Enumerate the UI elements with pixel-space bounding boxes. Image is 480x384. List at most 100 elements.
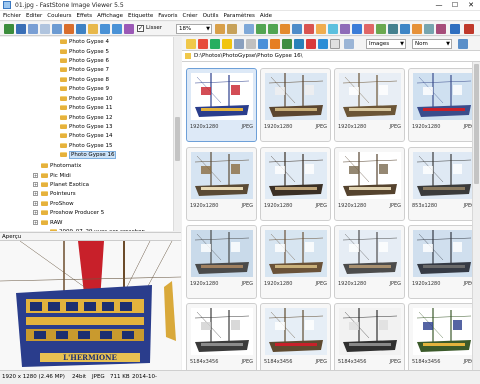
menu-etiquette[interactable]: Etiquette <box>128 13 153 19</box>
tree-item[interactable]: Photo Gypse 9 <box>60 84 109 93</box>
thumbnail-item[interactable]: 1920x1280JPEG16.jpg <box>260 225 331 310</box>
actual-size-icon[interactable] <box>280 24 290 34</box>
red-eye-icon[interactable] <box>304 24 314 34</box>
smooth-checkbox[interactable]: ✓ <box>137 25 144 32</box>
tree-item[interactable]: Pointeurs <box>41 189 76 198</box>
open-icon[interactable] <box>4 24 14 34</box>
menu-aide[interactable]: Aide <box>260 13 272 19</box>
menu-fichier[interactable]: Fichier <box>3 13 21 19</box>
tree-item[interactable]: Photo Gypse 8 <box>60 75 109 84</box>
grid-scrollbar[interactable] <box>472 62 480 370</box>
thumbnail-view-icon[interactable] <box>330 39 340 49</box>
sort-select[interactable]: Nom ▼ <box>412 39 452 49</box>
menu-effets[interactable]: Effets <box>77 13 93 19</box>
select-all-icon[interactable] <box>318 39 328 49</box>
menu-parametres[interactable]: Paramètres <box>223 13 254 19</box>
settings-icon[interactable] <box>436 24 446 34</box>
copy-to-folder-icon[interactable] <box>88 24 98 34</box>
batch-icon[interactable] <box>400 24 410 34</box>
fit-icon[interactable] <box>292 24 302 34</box>
rotate-right-icon[interactable] <box>112 24 122 34</box>
tree-item[interactable]: Photo Gypse 16 <box>60 150 117 159</box>
text-icon[interactable] <box>364 24 374 34</box>
thumbnail-item[interactable]: 1920x1280JPEG09.jpg <box>260 147 331 232</box>
tree-item[interactable]: Photomatix <box>41 161 81 170</box>
tree-scrollbar[interactable] <box>173 37 181 231</box>
thumbnail-item[interactable]: 5184x3456 JPEG <box>334 303 405 370</box>
thumbnail-item[interactable]: 1920x1280JPEG11.jpg <box>334 147 405 232</box>
thumbnail-item[interactable]: 5184x3456 JPEG <box>408 303 479 370</box>
menu-favoris[interactable]: Favoris <box>158 13 177 19</box>
border-icon[interactable] <box>376 24 386 34</box>
expand-toggle[interactable]: + <box>33 191 38 196</box>
new-folder-icon[interactable] <box>246 39 256 49</box>
expand-toggle[interactable]: + <box>33 182 38 187</box>
refresh-icon[interactable] <box>234 39 244 49</box>
tree-item[interactable]: Pic Midi <box>41 171 71 180</box>
expand-toggle[interactable]: + <box>33 173 38 178</box>
tree-item[interactable]: Photo Gypse 10 <box>60 94 112 103</box>
capture-icon[interactable] <box>424 24 434 34</box>
crop-icon[interactable] <box>124 24 134 34</box>
copy-icon[interactable] <box>258 39 268 49</box>
path-bar[interactable]: D:\Photos\PhotoGypse\Photo Gypse 16\ <box>182 51 480 62</box>
rename-icon[interactable] <box>282 39 292 49</box>
thumbnail-item[interactable]: 5184x3456 JPEG <box>260 303 331 370</box>
menu-outils[interactable]: Outils <box>203 13 219 19</box>
grid-scroll-thumb[interactable] <box>474 64 479 184</box>
expand-toggle[interactable]: + <box>33 210 38 215</box>
menu-creer[interactable]: Créer <box>183 13 198 19</box>
compare-icon[interactable] <box>52 24 62 34</box>
thumbnail-item[interactable]: 1920x1280JPEG20.jpg <box>408 225 479 310</box>
thumbnail-item[interactable]: 853x1280JPEG14.jpg <box>408 147 479 232</box>
tree-item[interactable]: RAW <box>41 218 63 227</box>
thumbnail-item[interactable]: 1920x1280JPEG19.jpg <box>334 225 405 310</box>
tree-item[interactable]: Photo Gypse 12 <box>60 113 112 122</box>
expand-toggle[interactable]: + <box>33 201 38 206</box>
tree-scroll-thumb[interactable] <box>175 117 180 161</box>
thumbnail-item[interactable]: 1920x1280JPEG04.jpg <box>408 68 479 153</box>
rotate-left-icon[interactable] <box>100 24 110 34</box>
hand-tool-icon[interactable] <box>215 24 225 34</box>
tree-item[interactable]: Photo Gypse 6 <box>60 56 109 65</box>
forward-icon[interactable] <box>210 39 220 49</box>
menu-affichage[interactable]: Affichage <box>97 13 123 19</box>
menu-editer[interactable]: Editer <box>26 13 42 19</box>
zoom-out-icon[interactable] <box>268 24 278 34</box>
parent-folder-icon[interactable] <box>186 39 196 49</box>
thumbnail-item[interactable]: 1920x1280JPEG01.jpg <box>186 68 257 153</box>
thumbnail-item[interactable]: 1920x1280JPEG03.jpg <box>334 68 405 153</box>
tree-item[interactable]: Photo Gypse 14 <box>60 131 112 140</box>
email-icon[interactable] <box>64 24 74 34</box>
close-button[interactable]: ✕ <box>463 0 479 11</box>
tree-item[interactable]: Photo Gypse 4 <box>60 37 109 46</box>
tree-item[interactable]: Photo Gypse 7 <box>60 65 109 74</box>
thumbnail-item[interactable]: 1920x1280JPEG02.jpg <box>260 68 331 153</box>
view-mode-icon[interactable] <box>344 39 354 49</box>
sort-order-icon[interactable] <box>458 39 468 49</box>
menu-couleurs[interactable]: Couleurs <box>47 13 71 19</box>
tree-item[interactable]: Photo Gypse 11 <box>60 103 112 112</box>
tree-item[interactable]: Photo Gypse 13 <box>60 122 112 131</box>
watermark-icon[interactable] <box>388 24 398 34</box>
tree-item[interactable]: Photo Gypse 15 <box>60 141 112 150</box>
move-icon[interactable] <box>270 39 280 49</box>
color-icon[interactable] <box>328 24 338 34</box>
tree-item[interactable]: Photo Gypse 5 <box>60 47 109 56</box>
zoom-select[interactable]: 18% ▼ <box>176 24 212 34</box>
thumbnail-item[interactable]: 1920x1280JPEG08.jpg <box>186 147 257 232</box>
thumbnail-item[interactable]: 5184x3456 JPEG <box>186 303 257 370</box>
maximize-button[interactable]: ☐ <box>447 0 463 11</box>
contact-sheet-icon[interactable] <box>412 24 422 34</box>
help-icon[interactable] <box>450 24 460 34</box>
exit-icon[interactable] <box>464 24 474 34</box>
save-icon[interactable] <box>16 24 26 34</box>
back-icon[interactable] <box>198 39 208 49</box>
tag-icon[interactable] <box>294 39 304 49</box>
resize-icon[interactable] <box>227 24 237 34</box>
brightness-icon[interactable] <box>316 24 326 34</box>
delete-icon[interactable] <box>306 39 316 49</box>
tree-item[interactable]: Planet Exotica <box>41 180 89 189</box>
zoom-in-icon[interactable] <box>256 24 266 34</box>
tree-item[interactable]: Proshow Producer 5 <box>41 208 104 217</box>
